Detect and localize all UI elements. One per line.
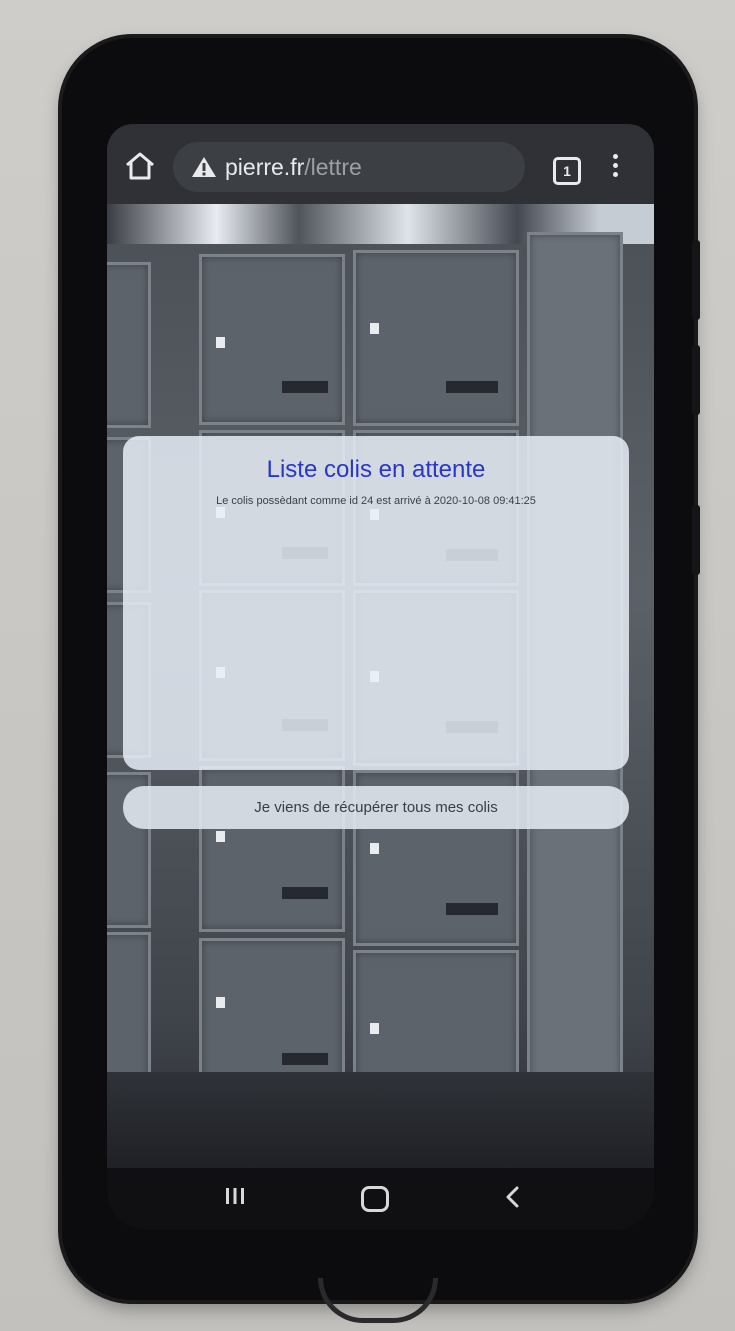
more-vert-icon[interactable]	[609, 154, 621, 184]
locker-door	[107, 932, 151, 1088]
back-icon[interactable]	[503, 1185, 523, 1209]
retrieved-all-button[interactable]: Je viens de récupérer tous mes colis	[123, 786, 629, 829]
cable-strap	[318, 1278, 438, 1323]
locker-door	[353, 250, 519, 426]
parcel-list-card: Liste colis en attente Le colis possèdan…	[123, 436, 629, 770]
home-nav-icon[interactable]	[361, 1186, 389, 1212]
phone-screen: pierre.fr/lettre 1 Liste colis en attent…	[107, 124, 654, 1230]
card-title: Liste colis en attente	[266, 456, 486, 483]
url-bar[interactable]: pierre.fr/lettre	[173, 142, 525, 192]
warning-icon[interactable]	[191, 155, 217, 179]
url-path: /lettre	[304, 153, 362, 180]
power-button	[692, 345, 700, 415]
locker-door	[199, 254, 345, 425]
home-icon[interactable]	[121, 150, 159, 182]
parcel-message: Le colis possèdant comme id 24 est arriv…	[216, 495, 536, 507]
locker-door	[107, 262, 151, 428]
bixby-button	[692, 505, 700, 575]
url-text: pierre.fr/lettre	[225, 154, 362, 181]
browser-toolbar: pierre.fr/lettre 1	[107, 124, 654, 204]
url-domain: pierre.fr	[225, 153, 305, 180]
floor	[107, 1072, 654, 1168]
web-page: Liste colis en attente Le colis possèdan…	[107, 204, 654, 1168]
recents-icon[interactable]	[223, 1186, 247, 1206]
volume-button	[692, 240, 700, 320]
tabs-icon[interactable]: 1	[553, 157, 581, 185]
android-nav-bar	[107, 1168, 654, 1230]
